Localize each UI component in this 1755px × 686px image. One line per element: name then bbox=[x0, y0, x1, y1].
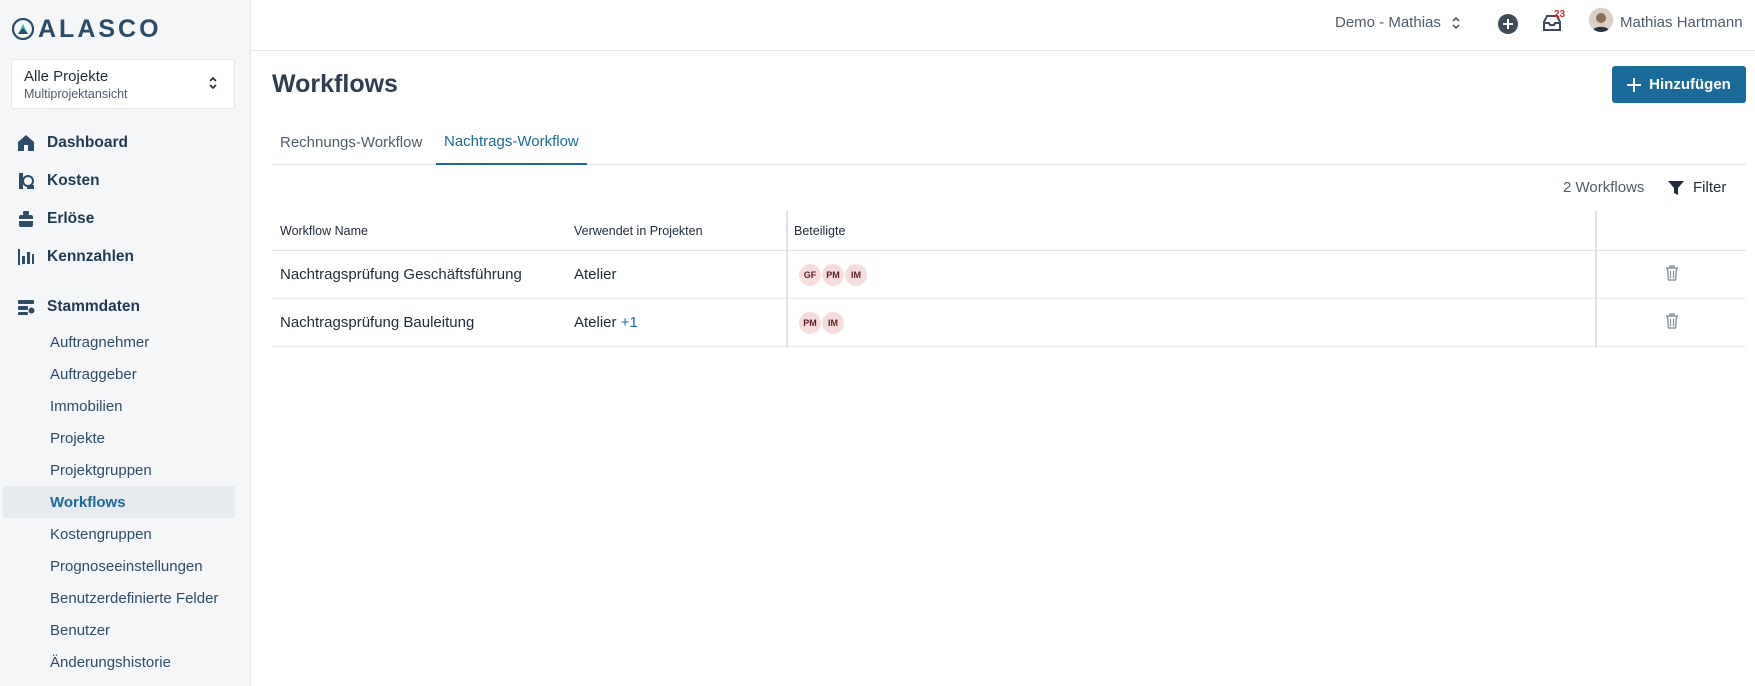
column-header-participants[interactable]: Beteiligte bbox=[794, 224, 845, 238]
add-circle-icon[interactable] bbox=[1497, 13, 1519, 35]
filter-icon bbox=[1668, 180, 1684, 195]
project-name: Atelier bbox=[574, 266, 617, 283]
participant-chip: IM bbox=[844, 263, 868, 287]
sidebar-item-benutzerdefinierte-felder[interactable]: Benutzerdefinierte Felder bbox=[3, 582, 235, 614]
column-header-projects[interactable]: Verwendet in Projekten bbox=[574, 224, 703, 238]
add-button-label: Hinzufügen bbox=[1649, 76, 1731, 93]
sidebar-item-erloese[interactable]: Erlöse bbox=[0, 200, 251, 238]
sidebar-item-benutzer[interactable]: Benutzer bbox=[3, 614, 235, 646]
sidebar-item-auftragnehmer[interactable]: Auftragnehmer bbox=[3, 326, 235, 358]
avatar[interactable] bbox=[1589, 8, 1613, 32]
column-header-name[interactable]: Workflow Name bbox=[280, 224, 368, 238]
home-icon bbox=[16, 133, 36, 153]
tab-nachtrags-workflow[interactable]: Nachtrags-Workflow bbox=[436, 120, 587, 165]
alasco-logo-icon bbox=[12, 18, 34, 40]
project-selector-subtitle: Multiprojektansicht bbox=[24, 87, 128, 101]
page-title: Workflows bbox=[272, 70, 398, 98]
sidebar-item-aenderungshistorie[interactable]: Änderungshistorie bbox=[3, 646, 235, 678]
workflow-count: 2 Workflows bbox=[1563, 179, 1645, 196]
logo-text: ALASCO bbox=[38, 14, 162, 43]
workflow-name[interactable]: Nachtragsprüfung Bauleitung bbox=[280, 314, 474, 331]
sidebar-item-prognoseeinstellungen[interactable]: Prognoseeinstellungen bbox=[3, 550, 235, 582]
participant-chip: PM bbox=[821, 263, 845, 287]
notification-badge: 23 bbox=[1554, 9, 1566, 20]
workflow-project: Atelier bbox=[574, 266, 617, 283]
plus-icon bbox=[1627, 77, 1642, 92]
sidebar-item-projektgruppen[interactable]: Projektgruppen bbox=[3, 454, 235, 486]
workflow-table: Workflow Name Verwendet in Projekten Bet… bbox=[272, 211, 1746, 348]
participant-chip: GF bbox=[798, 263, 822, 287]
trash-icon[interactable] bbox=[1665, 313, 1679, 329]
table-header: Workflow Name Verwendet in Projekten Bet… bbox=[272, 211, 1746, 251]
sidebar-item-label: Kennzahlen bbox=[47, 248, 134, 265]
participants: GF PM IM bbox=[798, 263, 868, 287]
sidebar-item-stammdaten[interactable]: Stammdaten bbox=[0, 288, 251, 326]
participant-chip: IM bbox=[821, 311, 845, 335]
tenant-label: Demo - Mathias bbox=[1335, 14, 1441, 31]
costs-icon bbox=[16, 171, 36, 191]
tenant-selector[interactable]: Demo - Mathias bbox=[1335, 14, 1461, 31]
filter-button[interactable]: Filter bbox=[1668, 179, 1726, 196]
sidebar-item-workflows[interactable]: Workflows bbox=[3, 486, 235, 518]
sidebar-item-dashboard[interactable]: Dashboard bbox=[0, 124, 251, 162]
project-selector[interactable]: Alle Projekte Multiprojektansicht bbox=[11, 59, 235, 109]
table-row[interactable]: Nachtragsprüfung Geschäftsführung Atelie… bbox=[272, 251, 1746, 299]
workflow-name[interactable]: Nachtragsprüfung Geschäftsführung bbox=[280, 266, 522, 283]
sidebar-item-projekte[interactable]: Projekte bbox=[3, 422, 235, 454]
user-name[interactable]: Mathias Hartmann bbox=[1620, 14, 1743, 31]
chart-icon bbox=[16, 247, 36, 267]
sidebar-item-auftraggeber[interactable]: Auftraggeber bbox=[3, 358, 235, 390]
sidebar-item-label: Stammdaten bbox=[47, 298, 141, 315]
sort-arrows-icon bbox=[209, 76, 217, 90]
revenue-icon bbox=[16, 209, 36, 229]
masterdata-icon bbox=[16, 297, 36, 317]
sort-arrows-icon bbox=[1452, 16, 1460, 29]
trash-icon[interactable] bbox=[1665, 265, 1679, 281]
project-selector-title: Alle Projekte bbox=[24, 68, 109, 85]
sidebar-item-label: Kosten bbox=[47, 172, 100, 189]
topbar: Demo - Mathias 23 Mathias Hartmann bbox=[251, 0, 1755, 51]
filter-label: Filter bbox=[1693, 179, 1727, 196]
sidebar-item-immobilien[interactable]: Immobilien bbox=[3, 390, 235, 422]
sidebar-item-label: Erlöse bbox=[47, 210, 95, 227]
participants: PM IM bbox=[798, 311, 845, 335]
add-workflow-button[interactable]: Hinzufügen bbox=[1612, 66, 1746, 103]
sidebar-item-kennzahlen[interactable]: Kennzahlen bbox=[0, 238, 251, 276]
sidebar-item-kostengruppen[interactable]: Kostengruppen bbox=[3, 518, 235, 550]
sidebar-item-kosten[interactable]: Kosten bbox=[0, 162, 251, 200]
sidebar-item-label: Dashboard bbox=[47, 134, 128, 151]
tab-bar: Rechnungs-Workflow Nachtrags-Workflow bbox=[272, 120, 1746, 165]
workflow-project: Atelier +1 bbox=[574, 314, 638, 331]
more-projects-link[interactable]: +1 bbox=[621, 314, 638, 331]
participant-chip: PM bbox=[798, 311, 822, 335]
logo[interactable]: ALASCO bbox=[12, 14, 162, 43]
project-name: Atelier bbox=[574, 314, 617, 331]
tab-rechnungs-workflow[interactable]: Rechnungs-Workflow bbox=[272, 120, 430, 165]
table-row[interactable]: Nachtragsprüfung Bauleitung Atelier +1 P… bbox=[272, 299, 1746, 347]
sidebar: ALASCO Alle Projekte Multiprojektansicht… bbox=[0, 0, 251, 686]
sidebar-nav: Dashboard Kosten Erlöse Kennzahlen Stamm… bbox=[0, 124, 251, 678]
